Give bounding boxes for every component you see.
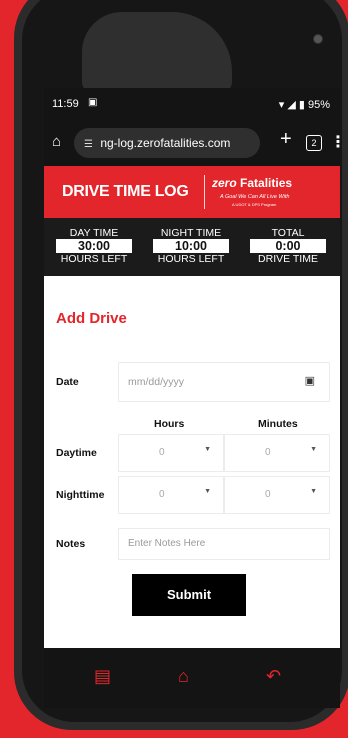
counter-sub: HOURS LEFT [60,253,128,265]
recent-apps-icon[interactable]: ▤ [94,666,111,687]
date-placeholder: mm/dd/yyyy [128,376,185,388]
new-tab-icon[interactable]: + [280,128,292,151]
calendar-icon[interactable]: ▣ [305,374,315,387]
status-bar: 11:59 ▣ ▾ ◢ ▮ 95% [44,88,340,118]
counter-value: 10:00 [153,239,229,253]
counter-sub: HOURS LEFT [157,253,225,265]
nighttime-minutes-select[interactable]: 0 ▼ [224,476,330,514]
android-nav-bar: ▤ ⌂ ↶ [44,648,340,708]
chevron-down-icon: ▼ [204,446,211,453]
counter-label: TOTAL [271,227,305,239]
chevron-down-icon: ▼ [204,488,211,495]
nighttime-hours-select[interactable]: 0 ▼ [118,476,224,514]
address-bar[interactable]: ☰ ng-log.zerofatalities.com [74,128,260,158]
daytime-counter: DAY TIME 30:00 HOURS LEFT [54,227,134,265]
notes-placeholder: Enter Notes Here [128,538,206,549]
counter-value: 0:00 [250,239,326,253]
status-time: 11:59 [52,98,79,110]
logo-tagline: A Goal We Can All Live With [220,194,290,200]
logo-program: A UDOT & DPS Program [232,202,277,207]
wifi-icon: ▾ [278,99,285,111]
app-header: DRIVE TIME LOG zero Fatalities A Goal We… [44,166,340,218]
more-menu-icon[interactable]: ⋮ [330,132,340,152]
header-divider [204,175,205,209]
counter-label: NIGHT TIME [160,227,222,239]
daytime-minutes-select[interactable]: 0 ▼ [224,434,330,472]
battery-percent: 95% [307,99,330,111]
hours-counters: DAY TIME 30:00 HOURS LEFT NIGHT TIME 10:… [44,218,340,276]
submit-button[interactable]: Submit [132,574,246,616]
zero-fatalities-logo: zero Fatalities [212,176,293,190]
glass-reflection [82,12,232,92]
battery-icon: ▮ [298,99,305,111]
total-counter: TOTAL 0:00 DRIVE TIME [248,227,328,265]
signal-icon: ◢ [287,99,296,111]
status-right: ▾ ◢ ▮ 95% [279,98,330,111]
counter-label: DAY TIME [69,227,119,239]
notes-label: Notes [56,538,86,550]
lock-icon: ▣ [88,97,98,108]
daytime-hours-select[interactable]: 0 ▼ [118,434,224,472]
counter-value: 30:00 [56,239,132,253]
page-title: DRIVE TIME LOG [62,183,189,200]
counter-sub: DRIVE TIME [258,253,318,265]
chevron-down-icon: ▼ [310,446,317,453]
url-text: ng-log.zerofatalities.com [100,136,231,150]
site-settings-icon[interactable]: ☰ [84,139,93,150]
chevron-down-icon: ▼ [310,488,317,495]
browser-toolbar: ⌂ ☰ ng-log.zerofatalities.com + 2 ⋮ [44,118,340,166]
phone-screen: 11:59 ▣ ▾ ◢ ▮ 95% ⌂ ☰ ng-log.zerofatalit… [44,88,340,648]
hours-header: Hours [154,418,185,430]
tab-switcher-button[interactable]: 2 [306,135,322,151]
add-drive-title: Add Drive [56,310,127,327]
date-label: Date [56,376,79,388]
front-camera [313,34,323,44]
nighttime-label: Nighttime [56,489,105,501]
daytime-label: Daytime [56,447,97,459]
back-icon[interactable]: ↶ [266,666,281,687]
home-nav-icon[interactable]: ⌂ [178,666,189,687]
home-icon[interactable]: ⌂ [52,133,61,150]
nighttime-counter: NIGHT TIME 10:00 HOURS LEFT [151,227,231,265]
minutes-header: Minutes [258,418,298,430]
notes-input[interactable]: Enter Notes Here [118,528,330,560]
date-input[interactable]: mm/dd/yyyy ▣ [118,362,330,402]
